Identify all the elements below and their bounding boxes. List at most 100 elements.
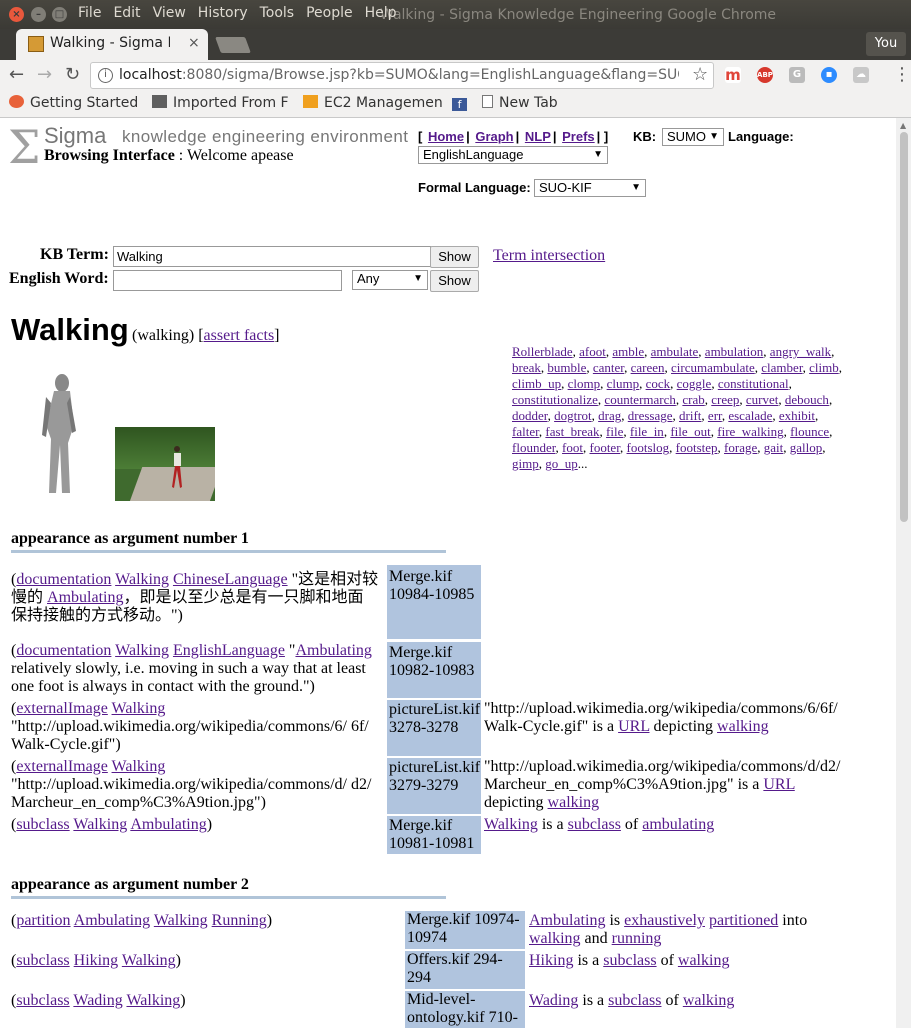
grammar-extension-icon[interactable]: G	[789, 67, 805, 83]
synonym-link[interactable]: angry_walk	[770, 344, 831, 359]
term-link[interactable]: Walking	[112, 758, 166, 775]
nav-nlp-link[interactable]: NLP	[525, 129, 551, 144]
term-link[interactable]: Hiking	[529, 952, 573, 969]
window-close-button[interactable]: ×	[9, 7, 24, 22]
adblock-extension-icon[interactable]: ABP	[757, 67, 773, 83]
chrome-menu-icon[interactable]: ⋮	[893, 64, 911, 85]
term-link[interactable]: Hiking	[74, 952, 118, 969]
window-maximize-button[interactable]: □	[52, 7, 67, 22]
term-link[interactable]: EnglishLanguage	[173, 642, 285, 659]
synonym-link[interactable]: gallop	[790, 440, 823, 455]
menu-history[interactable]: History	[198, 5, 248, 21]
reload-icon[interactable]: ↻	[65, 64, 80, 85]
tab-walking[interactable]: Walking - Sigma Kn ×	[16, 29, 208, 60]
scroll-thumb[interactable]	[900, 132, 908, 522]
term-link[interactable]: subclass	[16, 816, 69, 833]
weather-extension-icon[interactable]: ☁	[853, 67, 869, 83]
synonym-link[interactable]: curvet	[746, 392, 778, 407]
term-link[interactable]: Walking	[122, 952, 176, 969]
synonym-link[interactable]: file	[606, 424, 623, 439]
synonym-link[interactable]: cock	[646, 376, 671, 391]
synonym-link[interactable]: canter	[593, 360, 624, 375]
tab-close-icon[interactable]: ×	[188, 35, 200, 51]
nav-home-link[interactable]: Home	[428, 129, 464, 144]
term-intersection-link[interactable]: Term intersection	[493, 247, 605, 265]
synonym-link[interactable]: careen	[631, 360, 665, 375]
synonym-link[interactable]: clamber	[761, 360, 802, 375]
term-link[interactable]: walking	[678, 952, 730, 969]
term-link[interactable]: Walking	[115, 571, 169, 588]
synonym-link[interactable]: foot	[562, 440, 583, 455]
synonym-link[interactable]: go_up	[545, 456, 578, 471]
synonym-link[interactable]: fast_break	[545, 424, 599, 439]
menu-help[interactable]: Help	[365, 5, 397, 21]
synonym-link[interactable]: escalade	[728, 408, 772, 423]
term-link[interactable]: subclass	[608, 992, 661, 1009]
synonym-link[interactable]: debouch	[785, 392, 829, 407]
bookmark-new-tab[interactable]: New Tab	[482, 95, 558, 111]
info-icon[interactable]: i	[98, 68, 113, 83]
profile-button[interactable]: You	[866, 32, 906, 56]
term-link[interactable]: partitioned	[709, 912, 778, 929]
term-link[interactable]: subclass	[603, 952, 656, 969]
term-link[interactable]: Ambulating	[74, 912, 150, 929]
term-link[interactable]: partition	[16, 912, 70, 929]
term-link[interactable]: Wading	[73, 992, 122, 1009]
bookmark-facebook[interactable]: f	[452, 95, 473, 111]
bookmark-star-icon[interactable]: ☆	[692, 64, 708, 85]
synonym-link[interactable]: flounce	[790, 424, 829, 439]
term-link[interactable]: externalImage	[16, 758, 108, 775]
synonym-link[interactable]: clomp	[568, 376, 601, 391]
term-link[interactable]: walking	[529, 930, 581, 947]
term-link[interactable]: subclass	[16, 992, 69, 1009]
term-link[interactable]: ChineseLanguage	[173, 571, 288, 588]
language-select[interactable]: EnglishLanguage ▼	[418, 146, 608, 164]
term-link[interactable]: Ambulating	[130, 816, 206, 833]
synonym-link[interactable]: footer	[589, 440, 620, 455]
synonym-link[interactable]: gimp	[512, 456, 539, 471]
word-pos-select[interactable]: Any ▼	[352, 270, 428, 290]
synonym-link[interactable]: file_in	[630, 424, 664, 439]
term-link[interactable]: Walking	[126, 992, 180, 1009]
synonym-link[interactable]: drag	[598, 408, 621, 423]
nav-prefs-link[interactable]: Prefs	[562, 129, 595, 144]
term-link[interactable]: Walking	[73, 816, 127, 833]
bookmark-imported[interactable]: Imported From F	[152, 95, 289, 111]
term-link[interactable]: exhaustively	[624, 912, 705, 929]
term-link[interactable]: URL	[618, 718, 649, 735]
synonym-link[interactable]: dogtrot	[554, 408, 592, 423]
synonym-link[interactable]: climb_up	[512, 376, 561, 391]
term-link[interactable]: Wading	[529, 992, 578, 1009]
term-link[interactable]: URL	[763, 776, 794, 793]
synonym-link[interactable]: ambulate	[651, 344, 699, 359]
term-link[interactable]: Ambulating	[295, 642, 371, 659]
menu-tools[interactable]: Tools	[260, 5, 295, 21]
term-link[interactable]: Ambulating	[529, 912, 605, 929]
back-arrow-icon[interactable]: ←	[9, 64, 24, 85]
english-word-show-button[interactable]: Show	[430, 270, 479, 292]
synonym-link[interactable]: drift	[679, 408, 701, 423]
walker-photo[interactable]	[115, 427, 215, 501]
synonym-link[interactable]: forage	[724, 440, 757, 455]
forward-arrow-icon[interactable]: →	[37, 64, 52, 85]
window-minimize-button[interactable]: –	[31, 7, 46, 22]
assert-facts-link[interactable]: assert facts	[204, 327, 275, 344]
menu-people[interactable]: People	[306, 5, 353, 21]
term-link[interactable]: Running	[212, 912, 267, 929]
term-link[interactable]: Walking	[115, 642, 169, 659]
synonym-link[interactable]: countermarch	[604, 392, 675, 407]
kb-select[interactable]: SUMO ▼	[662, 128, 724, 146]
synonym-link[interactable]: exhibit	[779, 408, 815, 423]
url-text[interactable]: localhost:8080/sigma/Browse.jsp?kb=SUMO&…	[119, 67, 679, 83]
walk-cycle-image[interactable]	[40, 373, 80, 497]
term-link[interactable]: externalImage	[16, 700, 108, 717]
term-link[interactable]: walking	[717, 718, 769, 735]
synonym-link[interactable]: falter	[512, 424, 539, 439]
synonym-link[interactable]: constitutionalize	[512, 392, 598, 407]
term-link[interactable]: Walking	[154, 912, 208, 929]
kb-term-show-button[interactable]: Show	[430, 246, 479, 268]
synonym-link[interactable]: dressage	[628, 408, 673, 423]
synonym-link[interactable]: dodder	[512, 408, 548, 423]
synonym-link[interactable]: circumambulate	[671, 360, 755, 375]
term-link[interactable]: subclass	[568, 816, 621, 833]
